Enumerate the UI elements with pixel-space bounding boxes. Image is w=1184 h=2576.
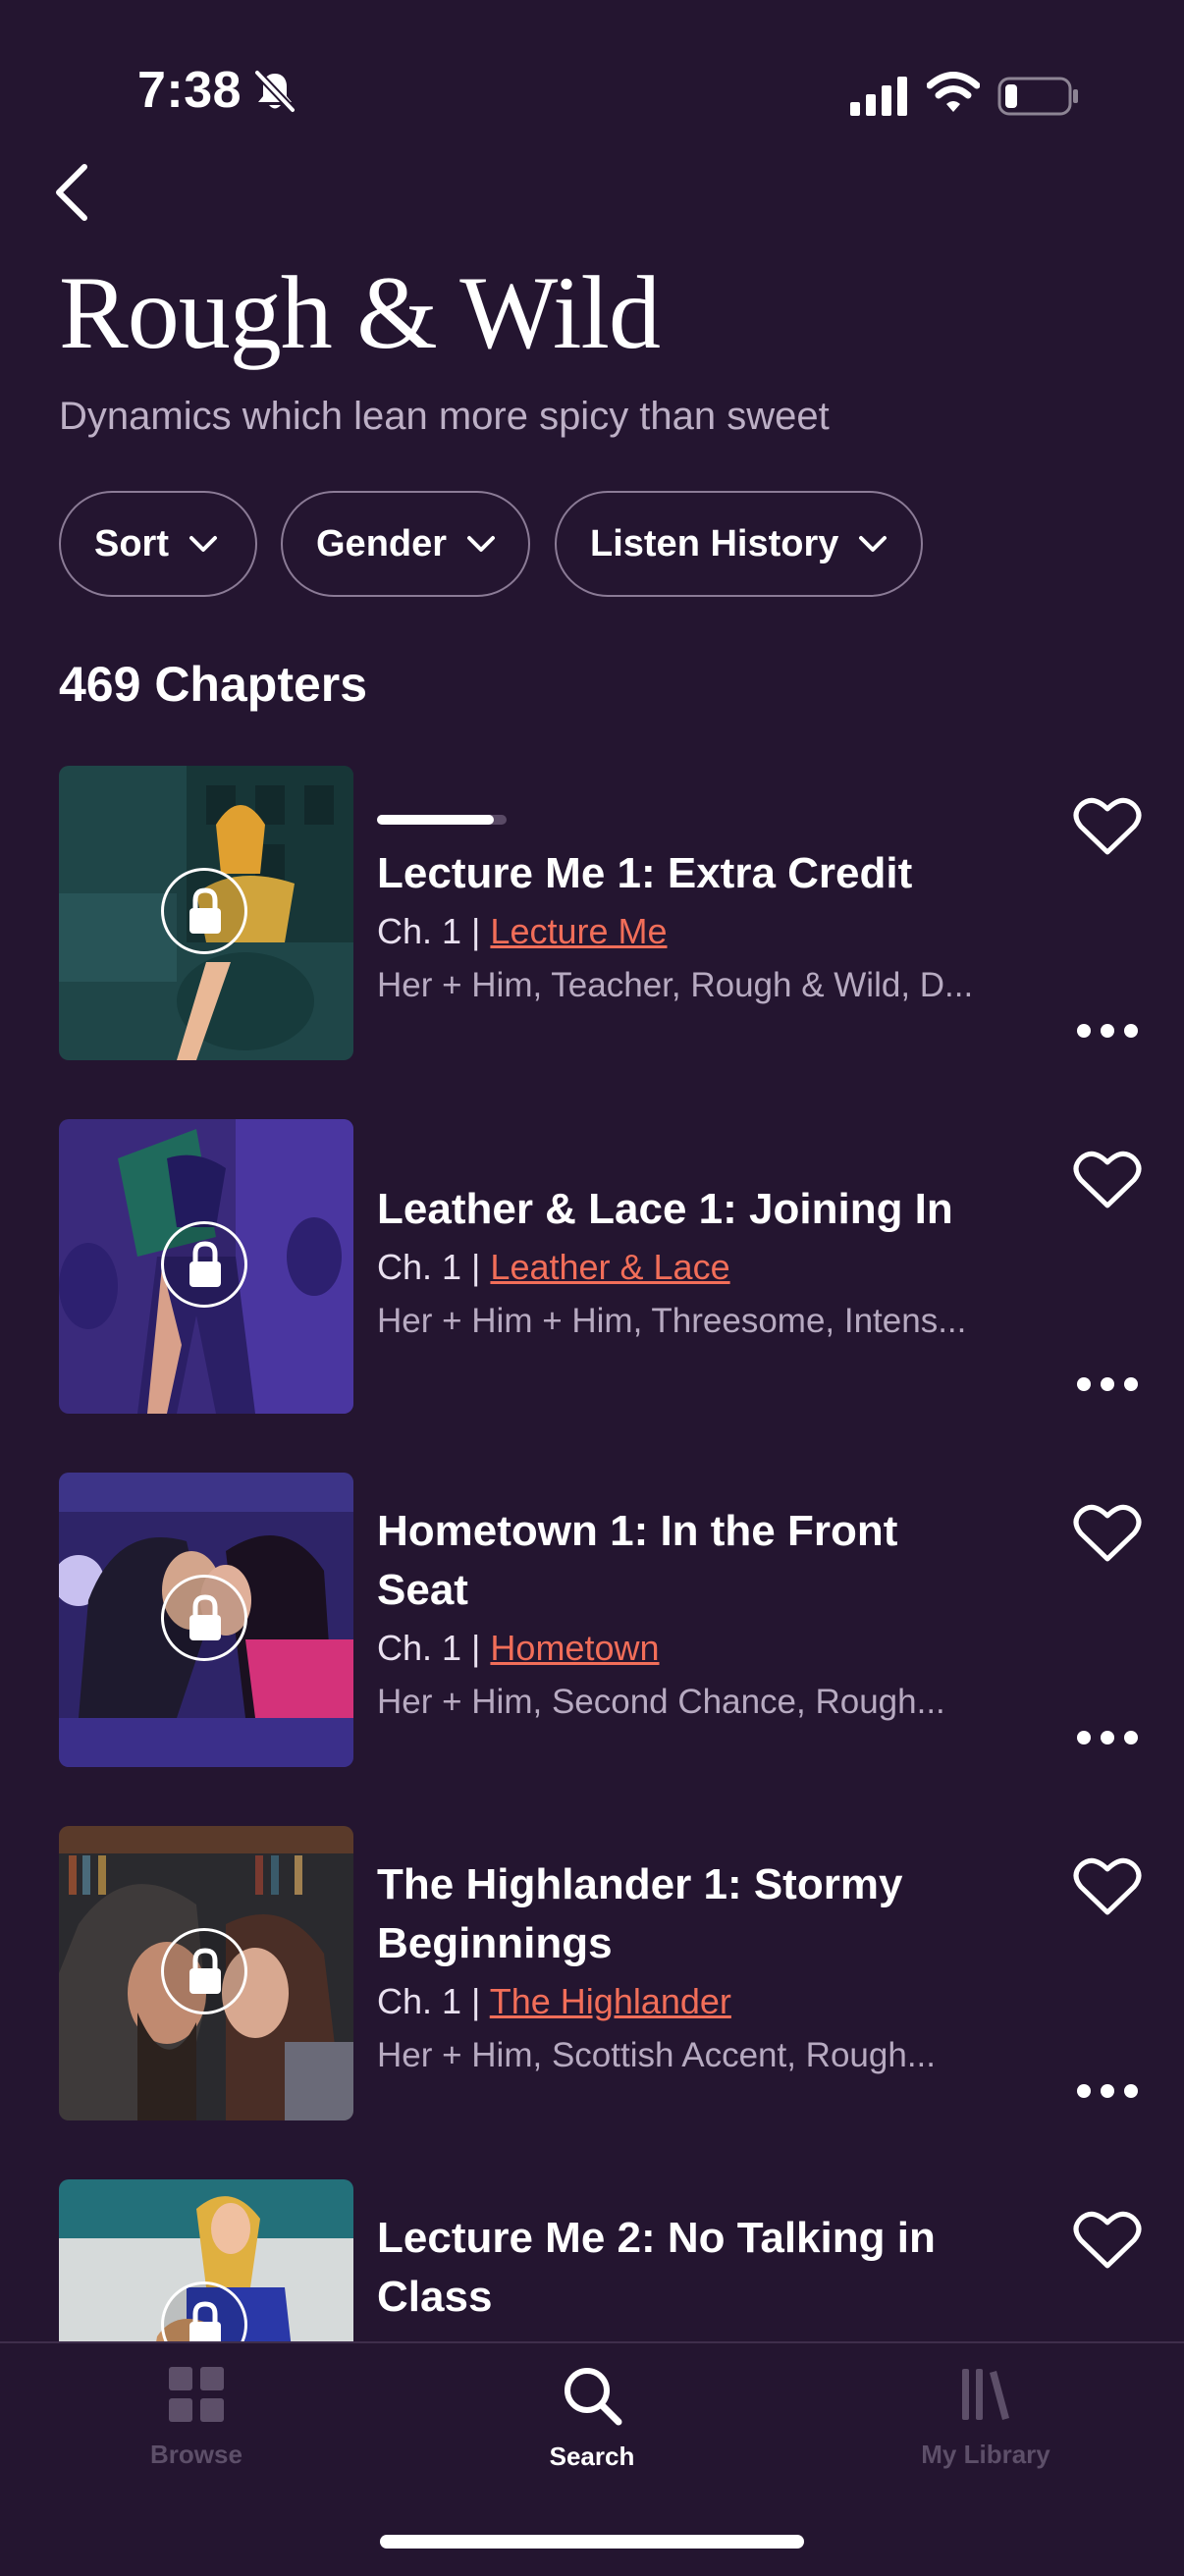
- tab-browse-label: Browse: [150, 2440, 242, 2469]
- chapter-title: Lecture Me 1: Extra Credit: [377, 849, 913, 897]
- search-icon: [565, 2368, 622, 2426]
- chapter-info: Hometown 1: In the Front Seat Ch. 1 | Ho…: [377, 1502, 986, 1730]
- tab-my-library[interactable]: My Library: [868, 2365, 1103, 2470]
- tab-my-library-label: My Library: [921, 2440, 1050, 2469]
- more-options-icon[interactable]: [1076, 1023, 1139, 1039]
- more-options-icon[interactable]: [1076, 2083, 1139, 2099]
- chapter-title: Hometown 1: In the Front Seat: [377, 1507, 898, 1614]
- heart-icon[interactable]: [1073, 1502, 1142, 1565]
- grid-icon: [169, 2367, 224, 2422]
- chapter-row[interactable]: The Highlander 1: Stormy Beginnings Ch. …: [0, 1826, 1184, 2120]
- heart-icon[interactable]: [1073, 795, 1142, 858]
- chapter-row[interactable]: Hometown 1: In the Front Seat Ch. 1 | Ho…: [0, 1473, 1184, 1767]
- library-icon: [962, 2369, 1009, 2420]
- heart-icon[interactable]: [1073, 2209, 1142, 2272]
- chapter-number: Ch. 1 |: [377, 1628, 481, 1668]
- chapter-meta: Ch. 1 | Leather & Lace: [377, 1241, 986, 1294]
- chapter-row[interactable]: Lecture Me 2: No Talking in Class: [0, 2179, 1184, 2341]
- heart-icon[interactable]: [1073, 1855, 1142, 1918]
- chapter-list: Lecture Me 1: Extra Credit Ch. 1 | Lectu…: [0, 0, 1184, 2341]
- tab-search[interactable]: Search: [474, 2365, 710, 2472]
- more-options-icon[interactable]: [1076, 1730, 1139, 1745]
- chapter-cover-image: [59, 766, 353, 1060]
- chapter-title: Leather & Lace 1: Joining In: [377, 1185, 953, 1233]
- chapter-cover-image: [59, 2179, 353, 2341]
- lock-icon: [161, 1928, 247, 2014]
- chapter-title: Lecture Me 2: No Talking in Class: [377, 2214, 936, 2321]
- more-options-icon[interactable]: [1076, 1376, 1139, 1392]
- tab-search-label: Search: [549, 2442, 635, 2471]
- chapter-info: Lecture Me 1: Extra Credit Ch. 1 | Lectu…: [377, 844, 986, 1013]
- chapter-row[interactable]: Leather & Lace 1: Joining In Ch. 1 | Lea…: [0, 1119, 1184, 1414]
- chapter-meta: Ch. 1 | Lecture Me: [377, 905, 986, 958]
- series-link[interactable]: Leather & Lace: [490, 1247, 729, 1287]
- series-link[interactable]: Lecture Me: [490, 911, 667, 951]
- lock-icon: [161, 1575, 247, 1661]
- chapter-cover-image: [59, 1826, 353, 2120]
- chapter-number: Ch. 1 |: [377, 1981, 481, 2021]
- chapter-cover-image: [59, 1473, 353, 1767]
- chapter-row[interactable]: Lecture Me 1: Extra Credit Ch. 1 | Lectu…: [0, 766, 1184, 1060]
- chapter-meta: Ch. 1 | Hometown: [377, 1622, 986, 1675]
- lock-icon: [161, 1221, 247, 1308]
- chapter-meta: Ch. 1 | The Highlander: [377, 1975, 986, 2028]
- chapter-number: Ch. 1 |: [377, 911, 481, 951]
- chapter-cover-image: [59, 1119, 353, 1414]
- chapter-tags: Her + Him, Scottish Accent, Rough...: [377, 2036, 936, 2074]
- series-link[interactable]: The Highlander: [490, 1981, 731, 2021]
- chapter-info: The Highlander 1: Stormy Beginnings Ch. …: [377, 1855, 986, 2083]
- heart-icon[interactable]: [1073, 1149, 1142, 1211]
- chapter-info: Leather & Lace 1: Joining In Ch. 1 | Lea…: [377, 1180, 986, 1349]
- lock-icon: [161, 868, 247, 954]
- chapter-tags: Her + Him, Teacher, Rough & Wild, D...: [377, 966, 974, 1004]
- chapter-tags: Her + Him + Him, Threesome, Intens...: [377, 1302, 967, 1340]
- tab-browse[interactable]: Browse: [79, 2365, 314, 2470]
- chapter-number: Ch. 1 |: [377, 1247, 481, 1287]
- series-link[interactable]: Hometown: [490, 1628, 659, 1668]
- listen-progress-bar: [377, 815, 507, 825]
- chapter-info: Lecture Me 2: No Talking in Class: [377, 2209, 986, 2327]
- chapter-title: The Highlander 1: Stormy Beginnings: [377, 1860, 903, 1967]
- chapter-tags: Her + Him, Second Chance, Rough...: [377, 1683, 945, 1721]
- home-indicator: [380, 2535, 804, 2549]
